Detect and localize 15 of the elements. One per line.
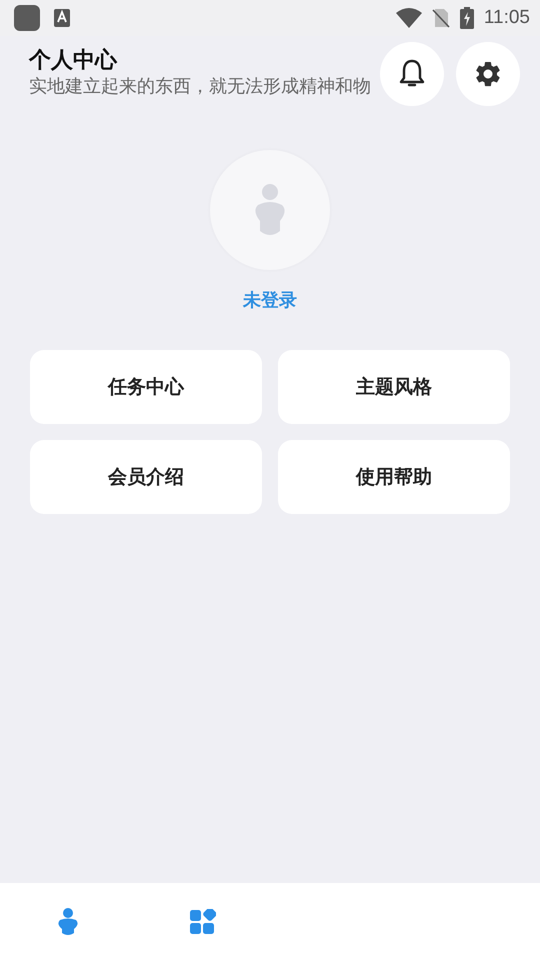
keyboard-icon — [54, 9, 70, 27]
apps-icon — [190, 908, 216, 934]
page-title: 个人中心 — [29, 46, 117, 75]
menu-card[interactable]: 主题风格 — [278, 350, 510, 424]
battery-icon — [460, 7, 474, 29]
person-icon — [56, 908, 78, 936]
bell-icon — [398, 59, 426, 89]
status-time: 11:05 — [484, 7, 530, 29]
page-subtitle: 实地建立起来的东西，就无法形成精神和物 — [29, 76, 371, 98]
menu-card[interactable]: 任务中心 — [30, 350, 262, 424]
app-icon — [14, 5, 40, 31]
no-sim-icon — [432, 8, 450, 28]
menu-card[interactable]: 会员介绍 — [30, 440, 262, 514]
menu-card[interactable]: 使用帮助 — [278, 440, 510, 514]
wifi-icon — [396, 8, 422, 28]
